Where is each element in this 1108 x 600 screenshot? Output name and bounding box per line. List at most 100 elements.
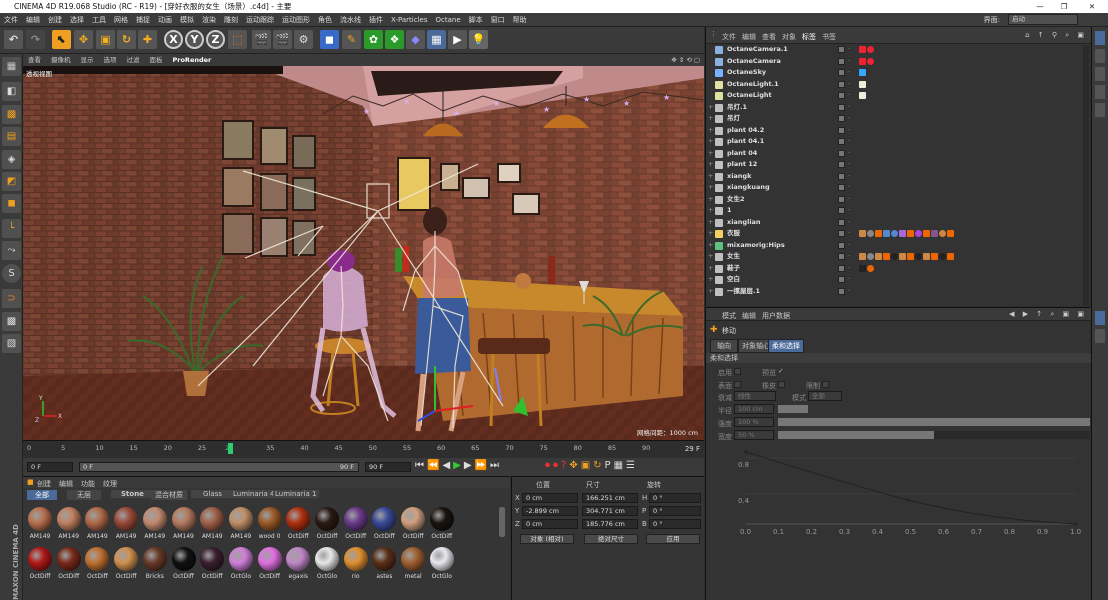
timeline-menu-icon[interactable]: ☰ <box>626 460 638 471</box>
expand-icon[interactable]: + <box>708 251 713 263</box>
strength-field[interactable]: 100 % <box>734 417 774 427</box>
rotation-key-icon[interactable]: ↻ <box>593 460 604 471</box>
side-tab-layers[interactable] <box>1095 103 1105 117</box>
render-dot-icon[interactable]: · <box>848 228 850 240</box>
viewport-menu-panel[interactable]: 面板 <box>145 54 168 66</box>
minimize-icon[interactable]: — <box>1030 0 1050 13</box>
material-swatch[interactable] <box>429 547 454 571</box>
visibility-toggle[interactable] <box>838 218 845 226</box>
object-tag-icon[interactable] <box>867 57 874 65</box>
coord-rotation-field[interactable]: 0 ° <box>649 519 701 529</box>
render-dot-icon[interactable]: · <box>848 159 850 171</box>
side-tab-objects[interactable] <box>1095 31 1105 45</box>
visibility-toggle[interactable] <box>838 69 845 76</box>
visibility-toggle[interactable] <box>838 126 845 134</box>
material-swatch[interactable] <box>28 547 52 571</box>
material-scrollbar[interactable] <box>499 507 505 537</box>
render-settings-icon[interactable]: ⚙ <box>294 30 313 49</box>
expand-icon[interactable]: + <box>708 194 713 206</box>
material-swatch[interactable] <box>315 507 339 531</box>
strength-slider[interactable] <box>778 418 1090 426</box>
render-dot-icon[interactable]: · <box>848 67 850 79</box>
visibility-toggle[interactable] <box>838 80 845 88</box>
object-row[interactable]: + plant 04 · <box>706 148 1091 160</box>
object-scrollbar[interactable] <box>1083 45 1089 305</box>
subdivision-icon[interactable]: ✿ <box>364 30 383 49</box>
object-row[interactable]: OctaneCamera.1 · <box>706 44 1091 56</box>
object-menu-view[interactable]: 查看 <box>762 32 776 42</box>
render-dot-icon[interactable]: · <box>848 182 850 194</box>
layout-select[interactable]: 启动 <box>1008 14 1078 25</box>
material-tab-stone[interactable]: Stone <box>111 490 154 498</box>
material-swatch[interactable] <box>343 507 368 531</box>
material-swatch[interactable] <box>429 507 454 531</box>
render-dot-icon[interactable]: · <box>848 205 850 217</box>
render-dot-icon[interactable]: · <box>848 148 850 160</box>
object-tag-icon[interactable] <box>907 230 914 237</box>
material-swatch[interactable] <box>85 547 110 571</box>
visibility-toggle[interactable] <box>838 138 845 145</box>
render-dot-icon[interactable]: · <box>848 240 850 252</box>
material-swatch[interactable] <box>142 547 167 571</box>
attr-tab-axis[interactable]: 轴向 <box>710 339 738 353</box>
go-to-end-icon[interactable]: ⏭ <box>490 460 502 471</box>
object-tag-icon[interactable] <box>931 253 938 260</box>
object-row[interactable]: + xiangk · <box>706 171 1091 183</box>
render-dot-icon[interactable]: · <box>848 274 850 286</box>
render-dot-icon[interactable]: · <box>848 113 850 125</box>
enable-axis-icon[interactable]: └ <box>2 219 21 238</box>
material-swatch[interactable] <box>200 507 225 531</box>
autokey-icon[interactable]: ⏺ <box>553 460 561 471</box>
object-tag-icon[interactable] <box>891 230 898 237</box>
rubber-checkbox[interactable] <box>778 381 785 388</box>
coord-apply-button[interactable]: 应用 <box>646 534 700 544</box>
material-menu-texture[interactable]: 纹理 <box>103 479 117 489</box>
visibility-toggle[interactable] <box>838 184 845 191</box>
magnet-icon[interactable]: ⊃ <box>2 289 21 308</box>
render-dot-icon[interactable]: · <box>848 136 850 148</box>
timeline-playhead[interactable] <box>228 443 233 454</box>
object-row[interactable]: + 空白 · <box>706 274 1091 286</box>
material-menu-create[interactable]: 创建 <box>37 479 51 489</box>
preview-checkbox[interactable]: ✓ <box>778 367 784 375</box>
object-tag-icon[interactable] <box>883 230 890 237</box>
next-key-icon[interactable]: ⏩ <box>475 460 490 471</box>
menu-item[interactable]: 创建 <box>44 13 66 27</box>
menu-item[interactable]: 渲染 <box>198 13 220 27</box>
width-field[interactable]: 50 % <box>734 430 774 440</box>
coord-position-field[interactable]: 0 cm <box>522 519 578 529</box>
object-tag-icon[interactable] <box>883 253 890 260</box>
menu-item[interactable]: 窗口 <box>487 13 509 27</box>
material-swatch[interactable] <box>228 547 253 571</box>
object-manager-grip-icon[interactable]: ⋮ <box>710 30 717 38</box>
attr-tab-soft-selection[interactable]: 柔和选择 <box>768 339 804 353</box>
perspective-viewport[interactable]: ★ ★ ★ ★ ★ ★ ★ ★ Y X Z 透视视图 网格间距：1000 cm <box>23 66 704 440</box>
expand-icon[interactable]: + <box>708 217 713 229</box>
floor-icon[interactable]: ▦ <box>427 30 446 49</box>
material-swatch[interactable] <box>85 507 110 531</box>
material-tab-blend[interactable]: 混合材质 <box>151 490 187 500</box>
expand-icon[interactable]: + <box>708 159 713 171</box>
object-menu-tags[interactable]: 标签 <box>802 32 816 42</box>
object-menu-bookmarks[interactable]: 书签 <box>822 32 836 42</box>
z-axis-icon[interactable]: Z <box>206 30 225 49</box>
close-icon[interactable]: ✕ <box>1082 0 1102 13</box>
coord-rotation-field[interactable]: 0 ° <box>649 493 701 503</box>
material-swatch[interactable] <box>171 507 196 531</box>
expand-icon[interactable]: + <box>708 286 713 298</box>
mograph-icon[interactable]: ❖ <box>385 30 404 49</box>
light-icon[interactable]: 💡 <box>469 30 488 49</box>
object-menu-file[interactable]: 文件 <box>722 32 736 42</box>
visibility-toggle[interactable] <box>838 241 845 249</box>
render-dot-icon[interactable]: · <box>848 251 850 263</box>
object-tag-icon[interactable] <box>891 253 898 260</box>
object-row[interactable]: + plant 04.2 · <box>706 125 1091 137</box>
object-row[interactable]: OctaneLight.1 · <box>706 79 1091 91</box>
object-row[interactable]: + xiangkuang · <box>706 182 1091 194</box>
object-tag-icon[interactable] <box>859 92 866 99</box>
object-menu-edit[interactable]: 编辑 <box>742 32 756 42</box>
material-swatch[interactable] <box>401 507 426 531</box>
object-tag-icon[interactable] <box>915 253 922 260</box>
object-tag-icon[interactable] <box>899 253 906 260</box>
render-dot-icon[interactable]: · <box>848 217 850 229</box>
